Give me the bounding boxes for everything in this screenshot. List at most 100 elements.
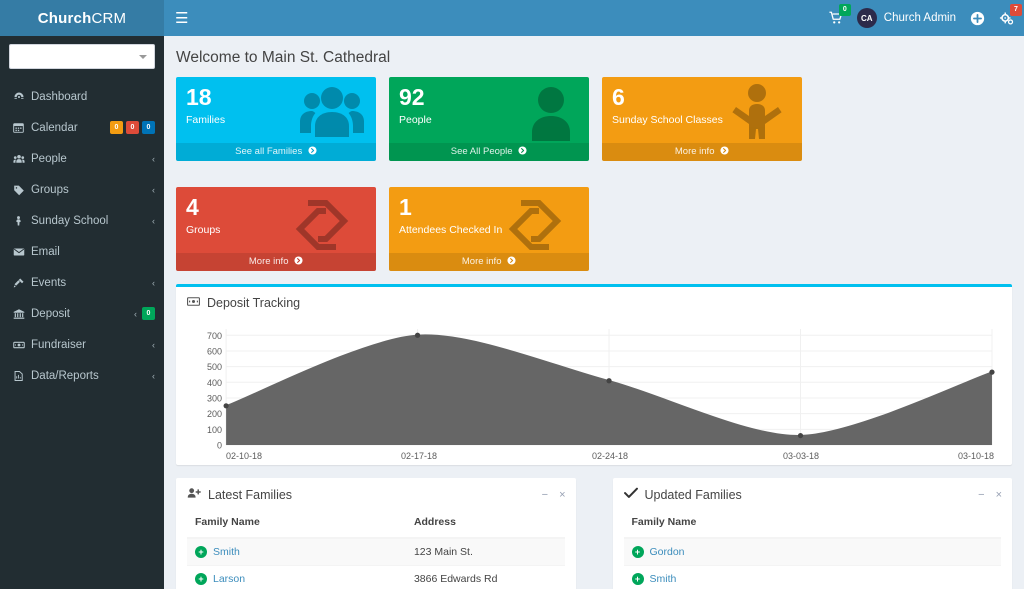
cart-count-badge: 0 (838, 4, 851, 16)
sidebar-item-groups[interactable]: Groups ‹ (0, 174, 164, 205)
family-link[interactable]: Smith (650, 573, 677, 585)
sidebar-item-calendar[interactable]: Calendar 0 0 0 (0, 112, 164, 143)
stat-box-people[interactable]: 92 People See All People (389, 77, 589, 162)
cell-address: 3866 Edwards Rd (405, 565, 565, 589)
stat-box-footer-link[interactable]: More info (602, 143, 802, 162)
stat-box-footer-link[interactable]: See all Families (176, 143, 376, 162)
stat-label: Families (186, 114, 226, 127)
sidebar-item-events[interactable]: Events ‹ (0, 267, 164, 298)
status-badge: 0 (142, 121, 155, 134)
chevron-left-icon: ‹ (134, 308, 137, 319)
settings-count-badge: 7 (1010, 3, 1022, 16)
topbar-right-group: 0 CA Church Admin 7 (829, 3, 1022, 28)
add-person-icon[interactable]: + (631, 573, 644, 586)
money-icon (187, 296, 200, 310)
add-person-icon[interactable]: + (195, 573, 207, 586)
table-row[interactable]: + Gordon (623, 537, 1001, 566)
add-person-icon[interactable]: + (631, 546, 644, 559)
stat-label: Attendees Checked In (399, 224, 503, 237)
deposit-chart[interactable]: 0 100 200 300 400 500 600 700 02-10-18 02-17-18 0… (176, 317, 1012, 465)
sidebar-item-sunday-school[interactable]: Sunday School ‹ (0, 205, 164, 236)
panel-tools: − × (542, 489, 566, 501)
table-header-row: Family Name Address (187, 509, 565, 540)
sidebar-item-label: Sunday School (31, 214, 109, 227)
family-link[interactable]: Gordon (650, 546, 685, 558)
arrow-circle-right-icon (720, 146, 729, 155)
column-header-address: Address (405, 509, 565, 540)
panel-title: Latest Families (187, 487, 292, 502)
stat-value: 6 (612, 84, 625, 110)
sidebar-search-select[interactable] (9, 44, 155, 69)
stat-value: 1 (399, 194, 412, 221)
family-name-cell-wrap: + Smith (195, 546, 398, 559)
sidebar-item-label: Fundraiser (31, 338, 86, 351)
stat-box-footer-link[interactable]: More info (389, 253, 589, 272)
deposit-tracking-panel: Deposit Tracking 0 100 200 300 400 500 600 700 … (176, 284, 1012, 466)
email-icon (13, 246, 31, 258)
sidebar-badge-group: 0 0 0 (110, 121, 155, 134)
sidebar-item-label: Email (31, 245, 60, 258)
cell-family-name: + Smith (187, 537, 406, 566)
table-row[interactable]: + Larson 3866 Edwards Rd (187, 565, 565, 589)
settings-button[interactable]: 7 (999, 3, 1022, 26)
panel-tools: − × (978, 489, 1002, 501)
stat-box-row: 18 Families See all Families 92 People S… (164, 77, 1024, 284)
sidebar-item-label: People (31, 152, 67, 165)
table-row[interactable]: + Smith 123 Main St. (187, 537, 565, 566)
sidebar-item-label: Events (31, 276, 67, 289)
table-header-row: Family Name (623, 509, 1001, 540)
table-row[interactable]: + Smith (623, 565, 1001, 589)
cart-button[interactable]: 0 (829, 4, 851, 25)
user-menu[interactable]: CA Church Admin (856, 8, 956, 28)
sidebar-item-deposit[interactable]: Deposit ‹ 0 (0, 298, 164, 329)
family-link[interactable]: Larson (213, 573, 245, 585)
minimize-icon[interactable]: − (542, 489, 548, 501)
stat-value: 18 (186, 84, 212, 110)
sidebar-item-dashboard[interactable]: Dashboard (0, 81, 164, 112)
minimize-icon[interactable]: − (978, 489, 984, 501)
dashboard-icon (13, 91, 31, 103)
deposit-chart-svg (223, 329, 995, 446)
chevron-left-icon: ‹ (152, 215, 155, 226)
stat-box-sunday-school-classes[interactable]: 6 Sunday School Classes More info (602, 77, 802, 162)
cell-address: 123 Main St. (405, 537, 565, 566)
sidebar-item-label: Deposit (31, 307, 70, 320)
app-logo[interactable]: Church CRM (0, 0, 164, 36)
avatar: CA (856, 8, 877, 28)
latest-families-table: Family Name Address + Smith 123 Main St.… (187, 509, 565, 589)
latest-families-panel: Latest Families − × Family Name Address … (176, 478, 576, 589)
stat-box-groups[interactable]: 4 Groups More info (176, 187, 376, 272)
stat-box-attendees-checked-in[interactable]: 1 Attendees Checked In More info (389, 187, 589, 272)
family-link[interactable]: Smith (213, 546, 240, 558)
table-body: + Smith 123 Main St. + Larson 3866 Edwar… (187, 537, 565, 589)
stat-box-footer-link[interactable]: More info (176, 253, 376, 272)
chevron-left-icon: ‹ (152, 153, 155, 164)
close-icon[interactable]: × (559, 489, 565, 501)
stat-box-footer-link[interactable]: See All People (389, 143, 589, 162)
deposit-bank-icon (13, 308, 31, 320)
latest-families-column: Latest Families − × Family Name Address … (164, 478, 588, 589)
app-root: Church CRM Dashboard Calendar 0 0 0 Peop… (0, 0, 1024, 589)
stat-box-footer-label: See all Families (235, 146, 303, 158)
sidebar-item-email[interactable]: Email (0, 236, 164, 267)
status-badge: 0 (110, 121, 123, 134)
menu-toggle-icon[interactable]: ☰ (175, 11, 188, 26)
panel-title: Deposit Tracking (187, 296, 300, 310)
stat-box-inner: 6 Sunday School Classes (602, 77, 802, 143)
add-person-icon[interactable]: + (195, 546, 207, 559)
stat-box-families[interactable]: 18 Families See all Families (176, 77, 376, 162)
stat-label: Sunday School Classes (612, 114, 723, 127)
chevron-left-icon: ‹ (152, 184, 155, 195)
sidebar-item-data-reports[interactable]: Data/Reports ‹ (0, 360, 164, 391)
panel-body: Family Name Address + Smith 123 Main St.… (176, 509, 576, 589)
table-head: Family Name (623, 509, 1001, 540)
close-icon[interactable]: × (996, 489, 1002, 501)
top-navbar: ☰ 0 CA Church Admin 7 (164, 0, 1024, 36)
sidebar-item-people[interactable]: People ‹ (0, 143, 164, 174)
arrow-circle-right-icon (507, 256, 516, 265)
panel-title-label: Deposit Tracking (207, 296, 301, 311)
add-button[interactable] (970, 11, 985, 26)
sidebar-item-fundraiser[interactable]: Fundraiser ‹ (0, 329, 164, 360)
main-area: ☰ 0 CA Church Admin 7 Welcome to Main St… (164, 0, 1024, 589)
stat-value: 4 (186, 194, 199, 221)
